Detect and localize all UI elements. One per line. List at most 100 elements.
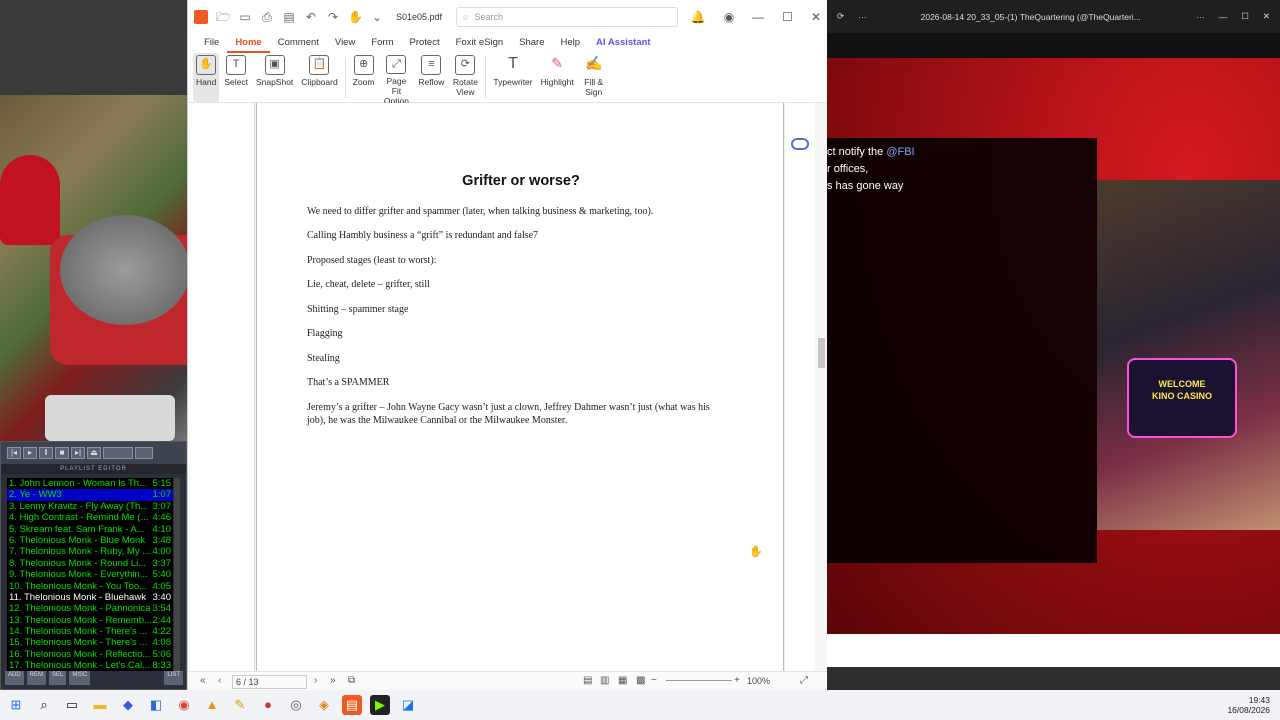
first-page-icon[interactable]: « bbox=[200, 675, 206, 686]
zoom-out-icon[interactable]: − bbox=[651, 675, 657, 686]
pause-icon[interactable]: ‖ bbox=[39, 447, 53, 459]
playlist-item[interactable]: 12. Thelonious Monk - Pannonica 3:54 bbox=[7, 603, 173, 614]
file-explorer-icon[interactable]: ▬ bbox=[90, 695, 110, 715]
page-view-icon[interactable]: ⧉ bbox=[348, 675, 355, 686]
options-icon[interactable]: ··· bbox=[1196, 12, 1205, 22]
playlist-item[interactable]: 16. Thelonious Monk - Reflectio... 5:06 bbox=[7, 649, 173, 660]
page-number-field[interactable]: 6 / 13 bbox=[232, 675, 307, 689]
playlist-item[interactable]: 10. Thelonious Monk - You Too... 4:05 bbox=[7, 581, 173, 592]
playlist-item[interactable]: 5. Skream feat. Sam Frank - A... 4:10 bbox=[7, 524, 173, 535]
print-icon[interactable]: ⎙ bbox=[260, 10, 274, 24]
zoom-level[interactable]: 100% bbox=[744, 675, 794, 689]
prev-icon[interactable]: |◂ bbox=[7, 447, 21, 459]
zoom-in-icon[interactable]: + bbox=[734, 675, 740, 686]
menu-form[interactable]: Form bbox=[363, 33, 401, 53]
vlc-icon[interactable]: ▲ bbox=[202, 695, 222, 715]
playlist-scrollbar[interactable] bbox=[174, 478, 180, 671]
repeat-button[interactable] bbox=[135, 447, 153, 459]
typewriter-button[interactable]: T Typewriter bbox=[490, 53, 535, 102]
menu-share[interactable]: Share bbox=[511, 33, 552, 53]
playlist-item[interactable]: 14. Thelonious Monk - There's ... 4:22 bbox=[7, 626, 173, 637]
task-view-icon[interactable]: ▭ bbox=[62, 695, 82, 715]
continuous-icon[interactable]: ▥ bbox=[600, 675, 609, 686]
save-icon[interactable]: ▭ bbox=[238, 10, 252, 24]
menu-protect[interactable]: Protect bbox=[402, 33, 448, 53]
app-icon[interactable]: ◆ bbox=[118, 695, 138, 715]
highlight-button[interactable]: ✎ Highlight bbox=[538, 53, 577, 102]
zoom-slider[interactable] bbox=[666, 680, 732, 681]
page-fit-button[interactable]: ⤢ Page Fit Option bbox=[379, 53, 413, 106]
playlist-item[interactable]: 1. John Lennon - Woman Is Th... 5:15 bbox=[7, 478, 173, 489]
playlist-item[interactable]: 11. Thelonious Monk - Bluehawk 3:40 bbox=[7, 592, 173, 603]
new-icon[interactable]: ▤ bbox=[282, 10, 296, 24]
video-frame[interactable]: ct notify the @FBI r offices, s has gone… bbox=[827, 58, 1280, 634]
redo-icon[interactable]: ↷ bbox=[326, 10, 340, 24]
account-icon[interactable]: ◉ bbox=[724, 10, 734, 24]
fullscreen-icon[interactable]: ⤢ bbox=[800, 675, 808, 686]
start-icon[interactable]: ⊞ bbox=[6, 695, 26, 715]
thumbnail-icon[interactable]: ▩ bbox=[636, 675, 645, 686]
playlist-item[interactable]: 3. Lenny Kravitz - Fly Away (Th... 3:07 bbox=[7, 501, 173, 512]
play-icon[interactable]: ▸ bbox=[23, 447, 37, 459]
app-icon[interactable]: ◈ bbox=[314, 695, 334, 715]
shuffle-button[interactable] bbox=[103, 447, 133, 459]
minimize-icon[interactable]: — bbox=[1219, 12, 1228, 22]
chrome-icon[interactable]: ◉ bbox=[174, 695, 194, 715]
app-icon[interactable]: ◪ bbox=[398, 695, 418, 715]
playlist-item[interactable]: 17. Thelonious Monk - Let's Cal... 8:33 bbox=[7, 660, 173, 671]
playlist-item[interactable]: 6. Thelonious Monk - Blue Monk 3:48 bbox=[7, 535, 173, 546]
rotate-view-button[interactable]: ⟳ Rotate View bbox=[449, 53, 481, 102]
playlist-item[interactable]: 13. Thelonious Monk - Rememb... 2:44 bbox=[7, 615, 173, 626]
menu-file[interactable]: File bbox=[196, 33, 227, 53]
playlist-item[interactable]: 15. Thelonious Monk - There's ... 4:08 bbox=[7, 637, 173, 648]
refresh-icon[interactable]: ⟳ bbox=[837, 11, 844, 22]
ai-assistant-icon[interactable] bbox=[791, 138, 809, 150]
prev-page-icon[interactable]: ‹ bbox=[218, 675, 221, 686]
foxit-taskbar-icon[interactable]: ▤ bbox=[342, 695, 362, 715]
last-page-icon[interactable]: » bbox=[330, 675, 336, 686]
fill-sign-button[interactable]: ✍ Fill & Sign bbox=[579, 53, 609, 102]
search-icon[interactable]: ⌕ bbox=[34, 695, 54, 715]
close-icon[interactable]: ✕ bbox=[811, 10, 821, 24]
maximize-icon[interactable]: ☐ bbox=[782, 10, 793, 24]
system-tray-clock[interactable]: 19:43 16/08/2026 bbox=[1227, 695, 1270, 715]
scroll-thumb[interactable] bbox=[818, 338, 825, 368]
clipboard-button[interactable]: 📋 Clipboard bbox=[298, 53, 340, 102]
reflow-button[interactable]: ≡ Reflow bbox=[415, 53, 447, 102]
menu-ai-assistant[interactable]: AI Assistant bbox=[588, 33, 659, 53]
hand-button[interactable]: ✋ Hand bbox=[193, 53, 220, 102]
bell-icon[interactable]: 🔔 bbox=[691, 10, 706, 24]
menu-comment[interactable]: Comment bbox=[270, 33, 327, 53]
menu-help[interactable]: Help bbox=[553, 33, 589, 53]
zoom-button[interactable]: ⊕ Zoom bbox=[350, 53, 378, 102]
playlist-item[interactable]: 9. Thelonious Monk - Everythin... 5:40 bbox=[7, 569, 173, 580]
menu-esign[interactable]: Foxit eSign bbox=[448, 33, 512, 53]
app-icon[interactable]: ◧ bbox=[146, 695, 166, 715]
search-box[interactable]: ○ Search bbox=[456, 6, 679, 27]
select-button[interactable]: T Select bbox=[221, 53, 251, 102]
app-icon[interactable]: ● bbox=[258, 695, 278, 715]
menu-home[interactable]: Home bbox=[227, 33, 270, 53]
playlist-item[interactable]: 4. High Contrast - Remind Me (... 4:46 bbox=[7, 512, 173, 523]
playlist-item[interactable]: 7. Thelonious Monk - Ruby, My ... 4:00 bbox=[7, 546, 173, 557]
rem-button[interactable]: REM bbox=[26, 671, 47, 685]
undo-icon[interactable]: ↶ bbox=[304, 10, 318, 24]
more-icon[interactable]: ··· bbox=[858, 12, 867, 22]
playlist[interactable]: 1. John Lennon - Woman Is Th... 5:15 2. Ye… bbox=[7, 478, 173, 671]
playlist-item[interactable]: 8. Thelonious Monk - Round Li... 3:37 bbox=[7, 558, 173, 569]
add-button[interactable]: ADD bbox=[5, 671, 24, 685]
maximize-icon[interactable]: ☐ bbox=[1241, 11, 1249, 22]
next-page-icon[interactable]: › bbox=[314, 675, 317, 686]
menu-view[interactable]: View bbox=[327, 33, 363, 53]
playlist-item[interactable]: 2. Ye - WW3 1:07 bbox=[7, 489, 173, 501]
app-icon[interactable]: ✎ bbox=[230, 695, 250, 715]
snapshot-button[interactable]: ▣ SnapShot bbox=[253, 53, 296, 102]
misc-button[interactable]: MISC bbox=[69, 671, 91, 685]
winamp-taskbar-icon[interactable]: ▶ bbox=[370, 695, 390, 715]
single-page-icon[interactable]: ▤ bbox=[583, 675, 592, 686]
sel-button[interactable]: SEL bbox=[49, 671, 67, 685]
pdf-page[interactable]: Grifter or worse? We need to differ grif… bbox=[256, 103, 784, 671]
next-icon[interactable]: ▸| bbox=[71, 447, 85, 459]
minimize-icon[interactable]: — bbox=[752, 10, 764, 24]
eject-icon[interactable]: ⏏ bbox=[87, 447, 101, 459]
